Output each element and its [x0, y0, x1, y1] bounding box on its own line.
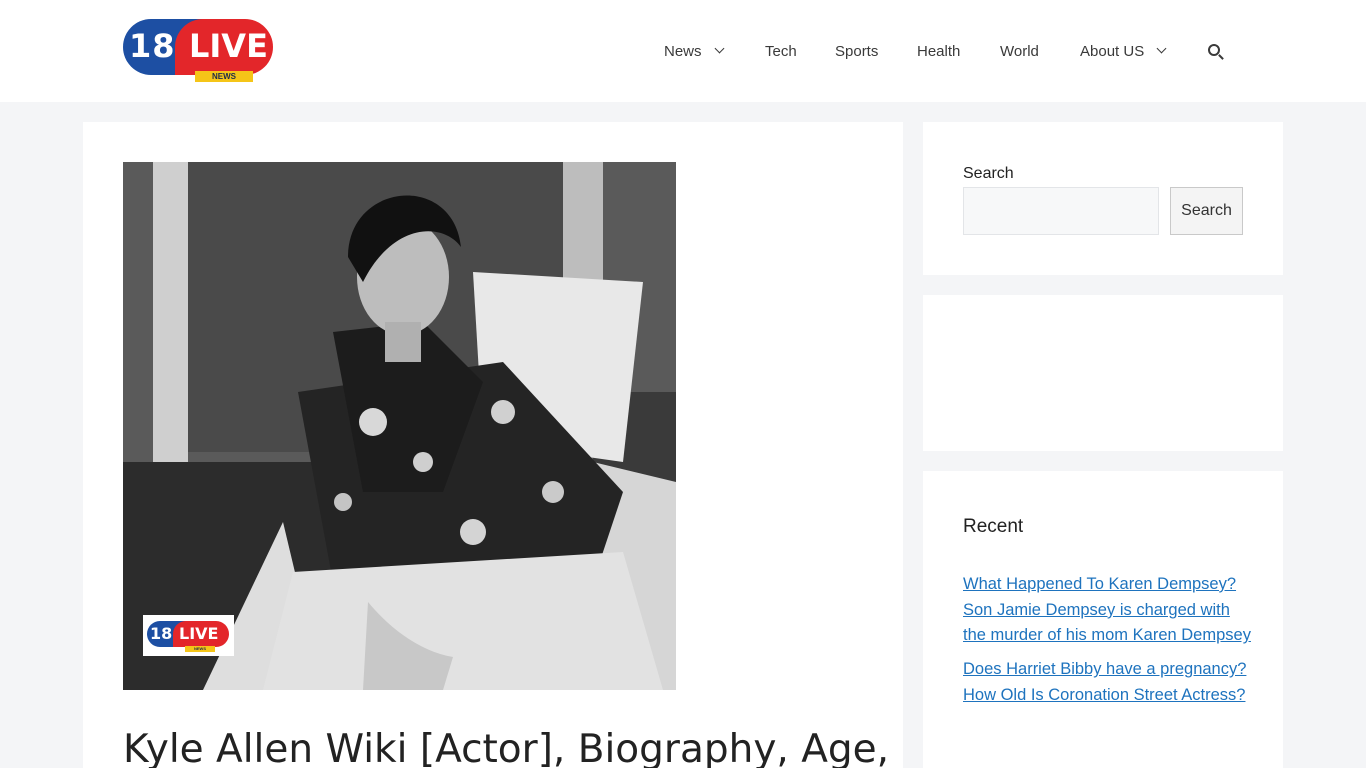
recent-title: Recent	[963, 516, 1024, 537]
nav-item-label: Tech	[765, 43, 797, 60]
nav-item-world[interactable]: World	[1000, 40, 1039, 64]
main-nav: News Tech Sports Health World About US	[0, 40, 1366, 64]
search-icon[interactable]	[1207, 43, 1225, 61]
nav-item-health[interactable]: Health	[917, 40, 960, 64]
recent-post-link[interactable]: What Happened To Karen Dempsey? Son Jami…	[963, 575, 1251, 644]
nav-item-news[interactable]: News	[664, 40, 724, 64]
nav-item-label: Sports	[835, 43, 879, 60]
recent-posts-widget: Recent What Happened To Karen Dempsey? S…	[923, 471, 1283, 768]
chevron-down-icon	[1156, 43, 1167, 54]
nav-item-about-us[interactable]: About US	[1080, 40, 1167, 64]
search-input[interactable]	[963, 187, 1159, 235]
nav-item-sports[interactable]: Sports	[835, 40, 878, 64]
featured-image[interactable]: 18 LIVE NEWS	[123, 162, 676, 690]
image-watermark-logo: 18 LIVE NEWS	[143, 615, 234, 656]
search-button[interactable]: Search	[1170, 187, 1243, 235]
watermark-number: 18	[150, 624, 173, 643]
chevron-down-icon	[714, 43, 724, 54]
empty-widget	[923, 295, 1283, 451]
watermark-word: LIVE	[179, 624, 219, 643]
nav-item-label: World	[1000, 43, 1039, 60]
search-widget: Search Search	[923, 122, 1283, 275]
nav-item-label: News	[664, 43, 702, 60]
search-label: Search	[963, 165, 1014, 182]
article-card: 18 LIVE NEWS Kyle Allen Wiki [Actor], Bi…	[83, 122, 903, 768]
nav-item-label: Health	[917, 43, 961, 60]
nav-item-tech[interactable]: Tech	[765, 40, 797, 64]
portrait-photo	[123, 162, 676, 690]
list-item: Does Harriet Bibby have a pregnancy? How…	[963, 657, 1253, 708]
recent-posts-list: What Happened To Karen Dempsey? Son Jami…	[963, 572, 1253, 717]
watermark-tagline: NEWS	[185, 646, 215, 652]
nav-item-label: About US	[1080, 43, 1145, 60]
recent-post-link[interactable]: Does Harriet Bibby have a pregnancy? How…	[963, 660, 1246, 704]
logo-tagline: NEWS	[195, 71, 253, 82]
post-title: Kyle Allen Wiki [Actor], Biography, Age,	[123, 727, 890, 768]
list-item: What Happened To Karen Dempsey? Son Jami…	[963, 572, 1253, 649]
site-header: 18 LIVE NEWS News Tech Sports Health Wor…	[0, 0, 1366, 102]
